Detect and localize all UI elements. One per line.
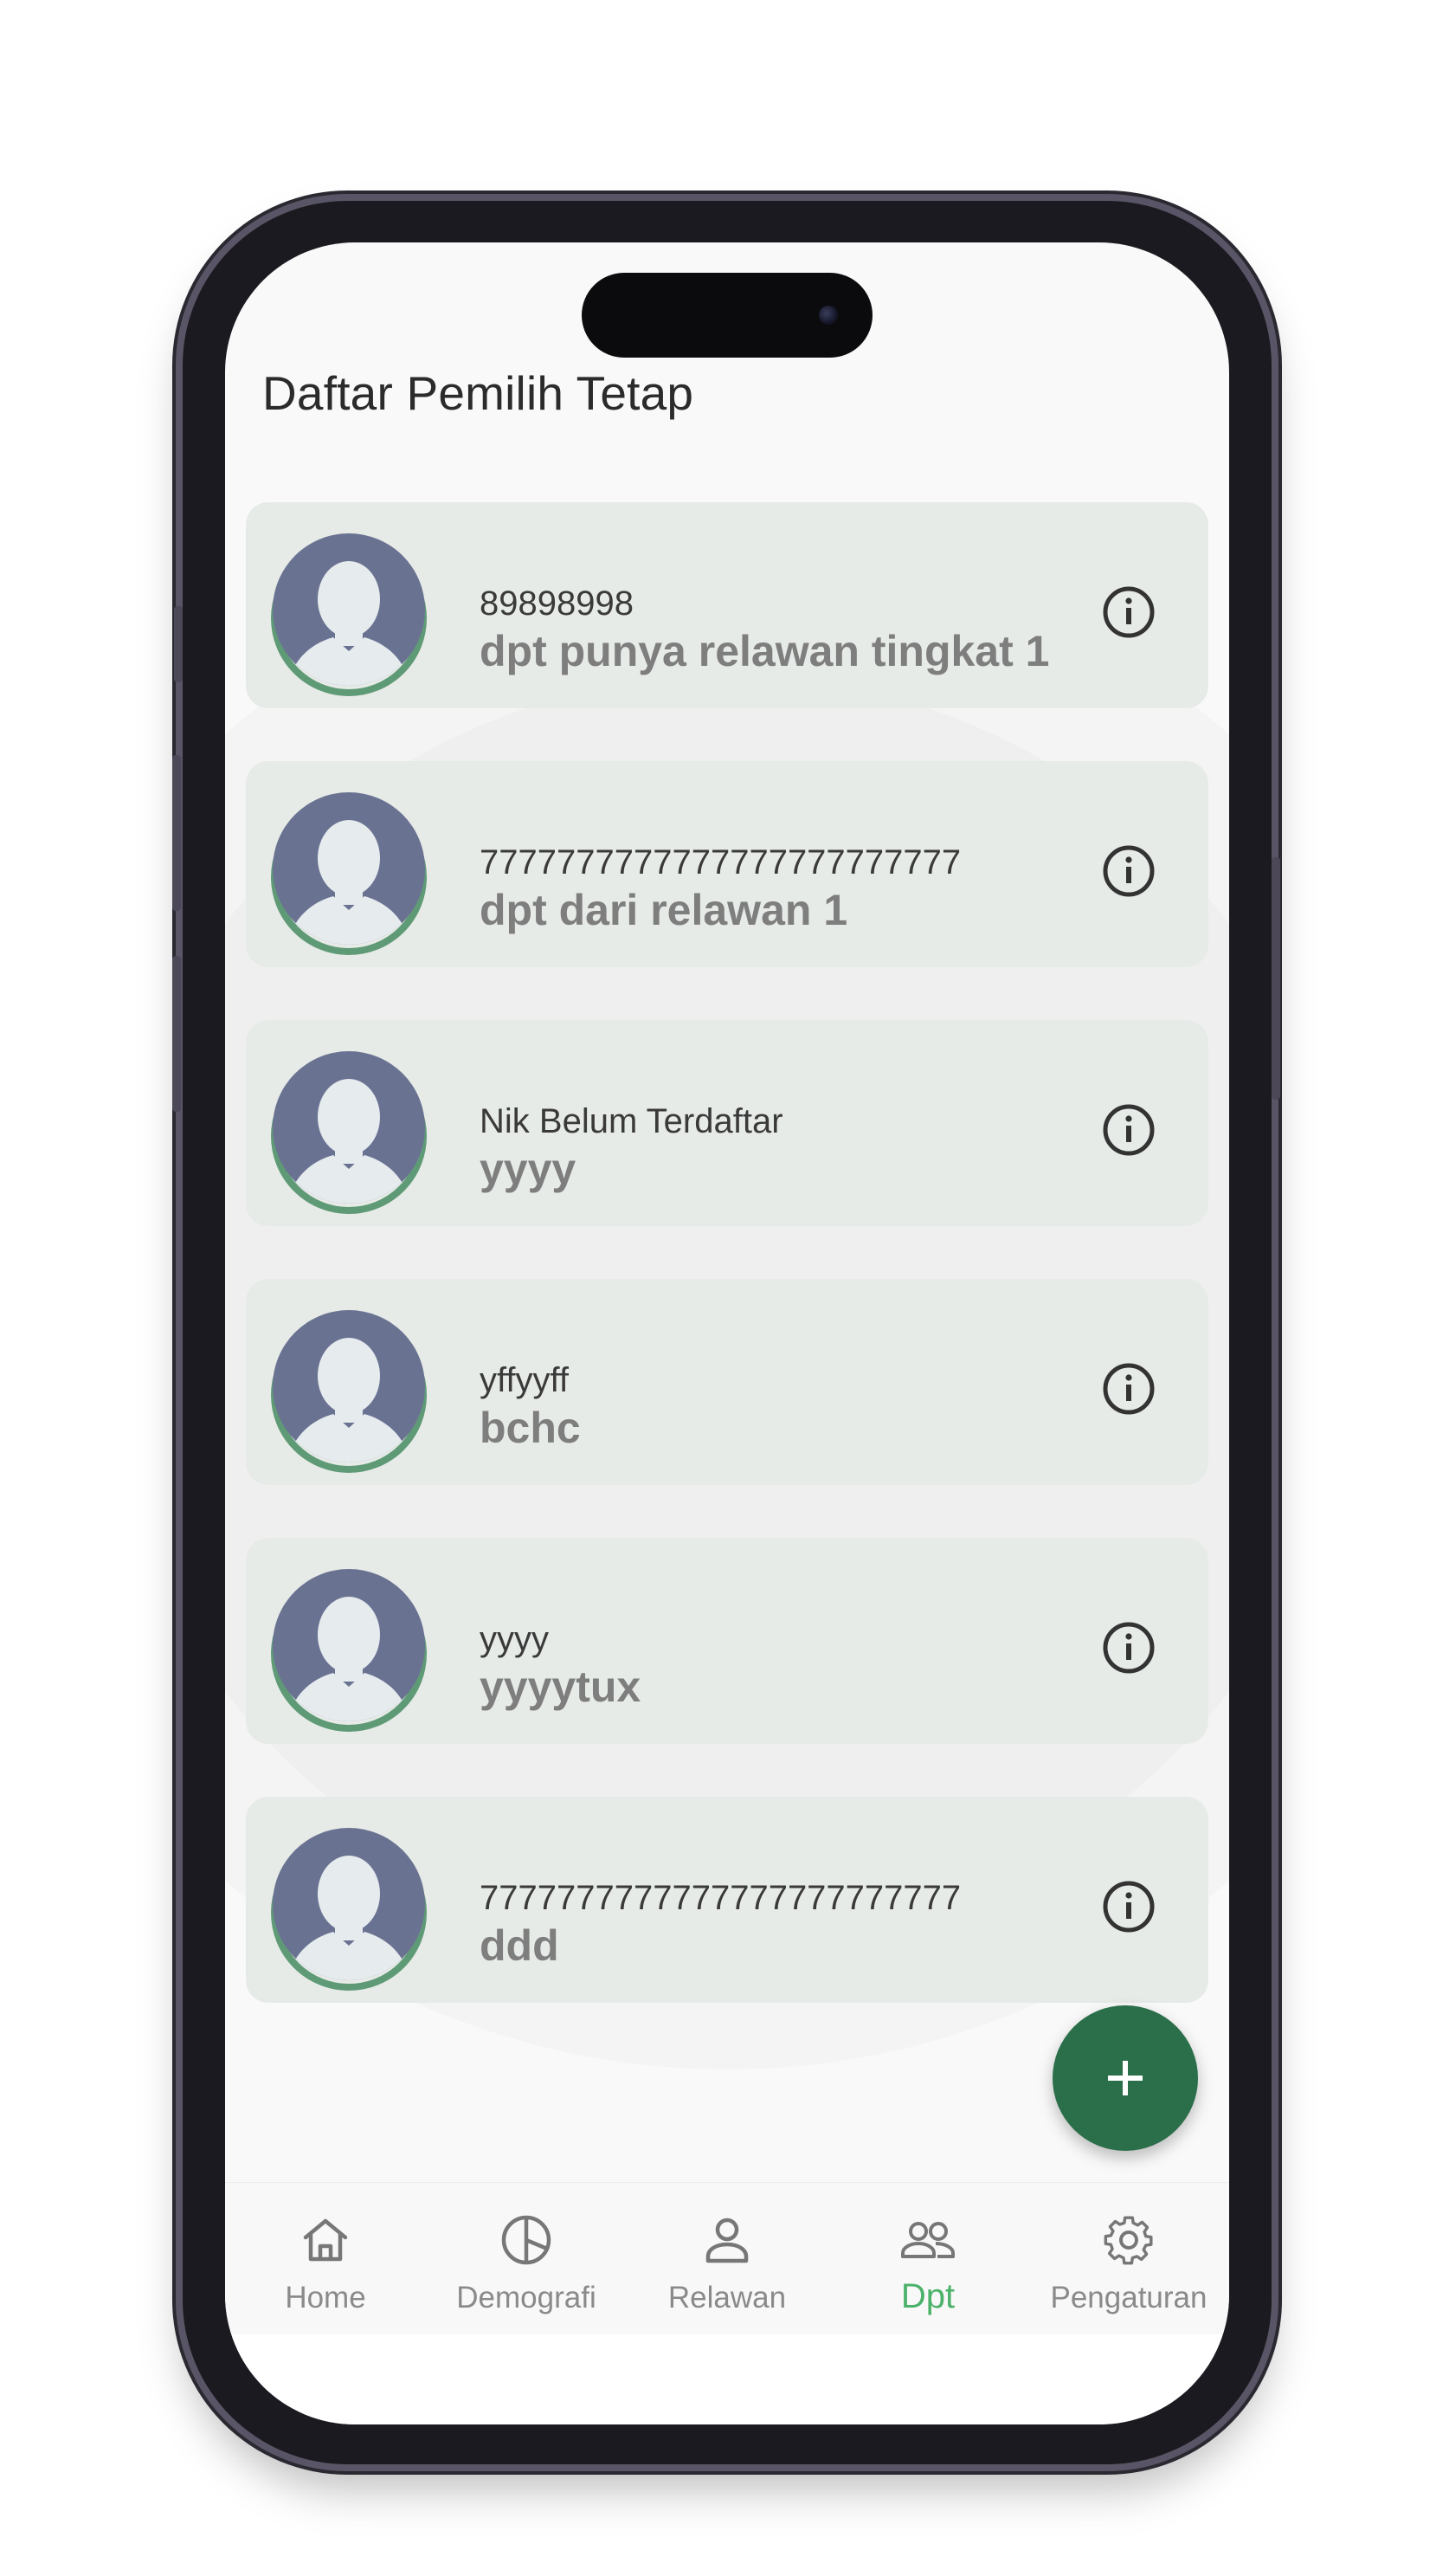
voter-list: 89898998 dpt punya relawan tingkat 1 777… [246, 502, 1208, 2056]
nav-item-relawan[interactable]: Relawan [627, 2183, 828, 2334]
avatar [271, 1305, 427, 1473]
power-button [1272, 857, 1280, 1100]
avatar [271, 787, 427, 955]
info-icon[interactable] [1101, 1361, 1156, 1417]
voter-card[interactable]: yyyy yyyytux [246, 1538, 1208, 1744]
nav-item-dpt[interactable]: Dpt [828, 2183, 1028, 2334]
voter-nik: 7777777777777777777777777 [480, 843, 962, 881]
nav-label: Home [285, 2281, 366, 2315]
app-screen: Daftar Pemilih Tetap 89898998 dpt punya … [225, 242, 1229, 2424]
voter-details: yffyyff bchc [480, 1359, 581, 1454]
voter-name: ddd [480, 1921, 559, 1970]
nav-item-demografi[interactable]: Demografi [426, 2183, 627, 2334]
voter-name: yyyytux [480, 1662, 641, 1711]
voter-details: Nik Belum Terdaftar yyyy [480, 1100, 783, 1195]
nav-item-home[interactable]: Home [225, 2183, 426, 2334]
nav-label: Pengaturan [1050, 2281, 1208, 2315]
avatar [271, 1046, 427, 1214]
avatar-icon [271, 1310, 427, 1473]
voter-details: yyyy yyyytux [480, 1617, 641, 1713]
voter-nik: 7777777777777777777777777 [480, 1879, 962, 1917]
info-icon[interactable] [1101, 843, 1156, 899]
info-icon[interactable] [1101, 584, 1156, 640]
volume-down-button [172, 956, 181, 1112]
info-icon[interactable] [1101, 1102, 1156, 1158]
voter-name: yyyy [480, 1145, 576, 1193]
voter-card[interactable]: 7777777777777777777777777 ddd [246, 1797, 1208, 2003]
voter-card[interactable]: 89898998 dpt punya relawan tingkat 1 [246, 502, 1208, 708]
voter-name: dpt dari relawan 1 [480, 886, 848, 934]
page-title: Daftar Pemilih Tetap [262, 366, 694, 420]
action-button [174, 606, 183, 682]
voter-details: 89898998 dpt punya relawan tingkat 1 [480, 582, 1049, 677]
voter-card[interactable]: yffyyff bchc [246, 1279, 1208, 1485]
nav-label: Demografi [456, 2281, 596, 2315]
avatar-icon [271, 533, 427, 696]
voter-nik: Nik Belum Terdaftar [480, 1102, 783, 1140]
voter-card[interactable]: Nik Belum Terdaftar yyyy [246, 1020, 1208, 1226]
people-icon [901, 2222, 955, 2258]
avatar-icon [271, 1051, 427, 1214]
voter-name: dpt punya relawan tingkat 1 [480, 627, 1050, 675]
voter-details: 7777777777777777777777777 dpt dari relaw… [480, 841, 961, 936]
home-indicator-area [225, 2334, 1229, 2424]
avatar-icon [271, 1569, 427, 1732]
volume-up-button [172, 755, 181, 911]
home-icon [303, 2218, 348, 2262]
dynamic-island [582, 273, 873, 358]
nav-item-pengaturan[interactable]: Pengaturan [1028, 2183, 1229, 2334]
avatar-icon [271, 792, 427, 955]
nav-label: Dpt [900, 2277, 956, 2315]
avatar-icon [271, 1828, 427, 1991]
voter-details: 7777777777777777777777777 ddd [480, 1876, 961, 1972]
avatar [271, 1564, 427, 1732]
voter-nik: yyyy [480, 1620, 549, 1658]
pie-chart-icon [501, 2215, 551, 2265]
avatar [271, 1823, 427, 1991]
plus-icon [1108, 2061, 1143, 2095]
voter-card[interactable]: 7777777777777777777777777 dpt dari relaw… [246, 761, 1208, 967]
info-icon[interactable] [1101, 1879, 1156, 1934]
nav-label: Relawan [667, 2281, 787, 2315]
camera-icon [819, 306, 838, 325]
voter-nik: yffyyff [480, 1361, 570, 1399]
voter-nik: 89898998 [480, 584, 634, 623]
add-voter-button[interactable] [1053, 2005, 1198, 2151]
avatar [271, 528, 427, 696]
person-icon [705, 2218, 749, 2263]
bottom-navigation: Home Demografi Relawan Dpt Pengaturan [225, 2182, 1229, 2334]
voter-name: bchc [480, 1404, 581, 1452]
gear-icon [1104, 2216, 1153, 2265]
info-icon[interactable] [1101, 1620, 1156, 1675]
